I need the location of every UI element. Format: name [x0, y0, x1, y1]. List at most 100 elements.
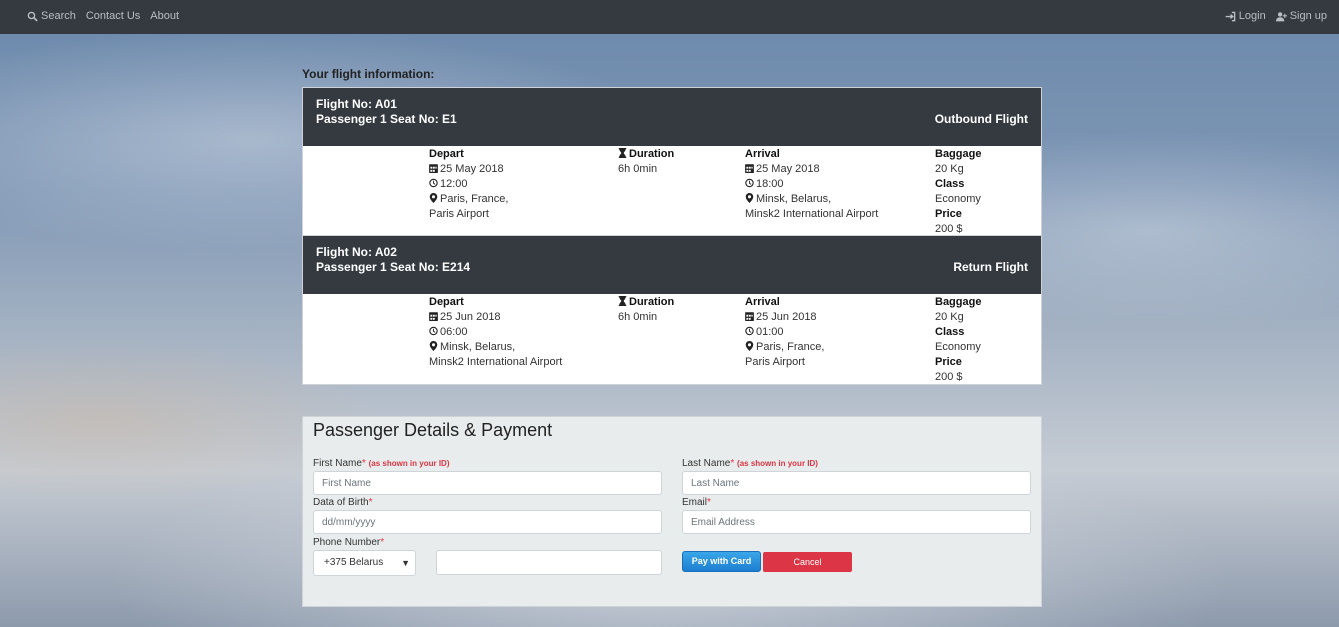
flight-number: Flight No: A01: [316, 97, 397, 111]
depart-airport: Minsk2 International Airport: [429, 356, 563, 368]
flight-card-body: Depart 25 Jun 2018 06:00 Minsk, Belarus,…: [303, 294, 1041, 384]
baggage-column: Baggage 20 Kg Class Economy Price 200 $: [935, 295, 981, 385]
calendar-icon: [745, 163, 754, 173]
required-mark: *: [730, 458, 735, 469]
flight-info-heading: Your flight information:: [302, 67, 435, 81]
first-name-label-text: First Name: [313, 458, 362, 469]
email-input[interactable]: [682, 510, 1031, 534]
required-mark: *: [368, 497, 373, 508]
class-label: Class: [935, 178, 965, 190]
clock-icon: [745, 178, 754, 188]
depart-column: Depart 25 May 2018 12:00 Paris, France, …: [429, 147, 508, 222]
email-label-text: Email: [682, 497, 708, 508]
seat-number: Passenger 1 Seat No: E214: [316, 260, 471, 274]
phone-label-text: Phone Number: [313, 537, 381, 548]
baggage-column: Baggage 20 Kg Class Economy Price 200 $: [935, 147, 981, 237]
duration-value: 6h 0min: [618, 311, 658, 323]
first-name-label: First Name* (as shown in your ID): [313, 458, 450, 469]
country-code-select[interactable]: +375 Belarus ▼: [313, 550, 416, 576]
cancel-button[interactable]: Cancel: [763, 552, 852, 572]
nav-contact-link[interactable]: Contact Us: [86, 10, 140, 22]
duration-value: 6h 0min: [618, 163, 658, 175]
clock-icon: [429, 326, 438, 336]
price-label: Price: [935, 208, 962, 220]
first-name-input[interactable]: [313, 471, 662, 495]
return-flight-card: Flight No: A02 Passenger 1 Seat No: E214…: [302, 235, 1042, 385]
last-name-input[interactable]: [682, 471, 1031, 495]
search-icon: [27, 11, 38, 21]
depart-date: 25 May 2018: [440, 163, 504, 175]
caret-down-icon: ▼: [401, 558, 410, 568]
required-mark: *: [380, 537, 385, 548]
class-value: Economy: [935, 341, 981, 353]
depart-city: Paris, France,: [440, 193, 509, 205]
dob-input[interactable]: [313, 510, 662, 534]
flight-card-header: Flight No: A02 Passenger 1 Seat No: E214…: [303, 236, 1041, 294]
arrival-date: 25 Jun 2018: [756, 311, 817, 323]
nav-about-link[interactable]: About: [150, 10, 179, 22]
baggage-value: 20 Kg: [935, 163, 964, 175]
flight-card-header: Flight No: A01 Passenger 1 Seat No: E1 O…: [303, 88, 1041, 146]
baggage-value: 20 Kg: [935, 311, 964, 323]
phone-label: Phone Number*: [313, 537, 384, 548]
email-label: Email*: [682, 497, 711, 508]
country-code-value: +375 Belarus: [324, 557, 384, 568]
arrival-column: Arrival 25 Jun 2018 01:00 Paris, France,…: [745, 295, 824, 370]
dob-label: Data of Birth*: [313, 497, 373, 508]
map-marker-icon: [745, 193, 754, 203]
depart-date: 25 Jun 2018: [440, 311, 501, 323]
login-icon: [1225, 11, 1236, 21]
depart-airport: Paris Airport: [429, 208, 489, 220]
map-marker-icon: [429, 193, 438, 203]
class-value: Economy: [935, 193, 981, 205]
duration-column: Duration 6h 0min: [618, 295, 674, 325]
baggage-label: Baggage: [935, 296, 982, 308]
depart-city: Minsk, Belarus,: [440, 341, 516, 353]
nav-signup-label: Sign up: [1289, 10, 1327, 22]
depart-label: Depart: [429, 296, 464, 308]
required-mark: *: [707, 497, 711, 508]
id-note: (as shown in your ID): [368, 459, 450, 468]
map-marker-icon: [429, 341, 438, 351]
depart-time: 06:00: [440, 326, 468, 338]
arrival-time: 01:00: [756, 326, 784, 338]
price-value: 200 $: [935, 223, 963, 235]
id-note: (as shown in your ID): [737, 459, 818, 468]
arrival-airport: Paris Airport: [745, 356, 805, 368]
pay-with-card-button[interactable]: Pay with Card: [682, 551, 761, 572]
duration-label: Duration: [629, 296, 675, 308]
user-plus-icon: [1275, 11, 1287, 21]
outbound-flight-card: Flight No: A01 Passenger 1 Seat No: E1 O…: [302, 87, 1042, 237]
arrival-time: 18:00: [756, 178, 784, 190]
nav-login-link[interactable]: Login: [1225, 10, 1266, 22]
calendar-icon: [429, 163, 438, 173]
arrival-label: Arrival: [745, 296, 780, 308]
arrival-column: Arrival 25 May 2018 18:00 Minsk, Belarus…: [745, 147, 878, 222]
arrival-label: Arrival: [745, 148, 780, 160]
hourglass-icon: [618, 148, 627, 158]
required-mark: *: [361, 458, 366, 469]
price-label: Price: [935, 356, 962, 368]
clock-icon: [745, 326, 754, 336]
class-label: Class: [935, 326, 965, 338]
clock-icon: [429, 178, 438, 188]
map-marker-icon: [745, 341, 754, 351]
hourglass-icon: [618, 296, 627, 306]
depart-time: 12:00: [440, 178, 468, 190]
duration-label: Duration: [629, 148, 675, 160]
duration-column: Duration 6h 0min: [618, 147, 674, 177]
arrival-city: Minsk, Belarus,: [756, 193, 832, 205]
depart-label: Depart: [429, 148, 464, 160]
dob-label-text: Data of Birth: [313, 497, 369, 508]
flight-card-body: Depart 25 May 2018 12:00 Paris, France, …: [303, 146, 1041, 236]
nav-signup-link[interactable]: Sign up: [1275, 10, 1327, 22]
seat-number: Passenger 1 Seat No: E1: [316, 112, 457, 126]
passenger-payment-form: Passenger Details & Payment First Name* …: [302, 416, 1042, 607]
arrival-city: Paris, France,: [756, 341, 825, 353]
depart-column: Depart 25 Jun 2018 06:00 Minsk, Belarus,…: [429, 295, 562, 370]
arrival-airport: Minsk2 International Airport: [745, 208, 879, 220]
nav-search-link[interactable]: Search: [27, 10, 76, 22]
flight-type: Outbound Flight: [934, 112, 1028, 126]
phone-number-input[interactable]: [436, 550, 662, 575]
calendar-icon: [745, 311, 754, 321]
